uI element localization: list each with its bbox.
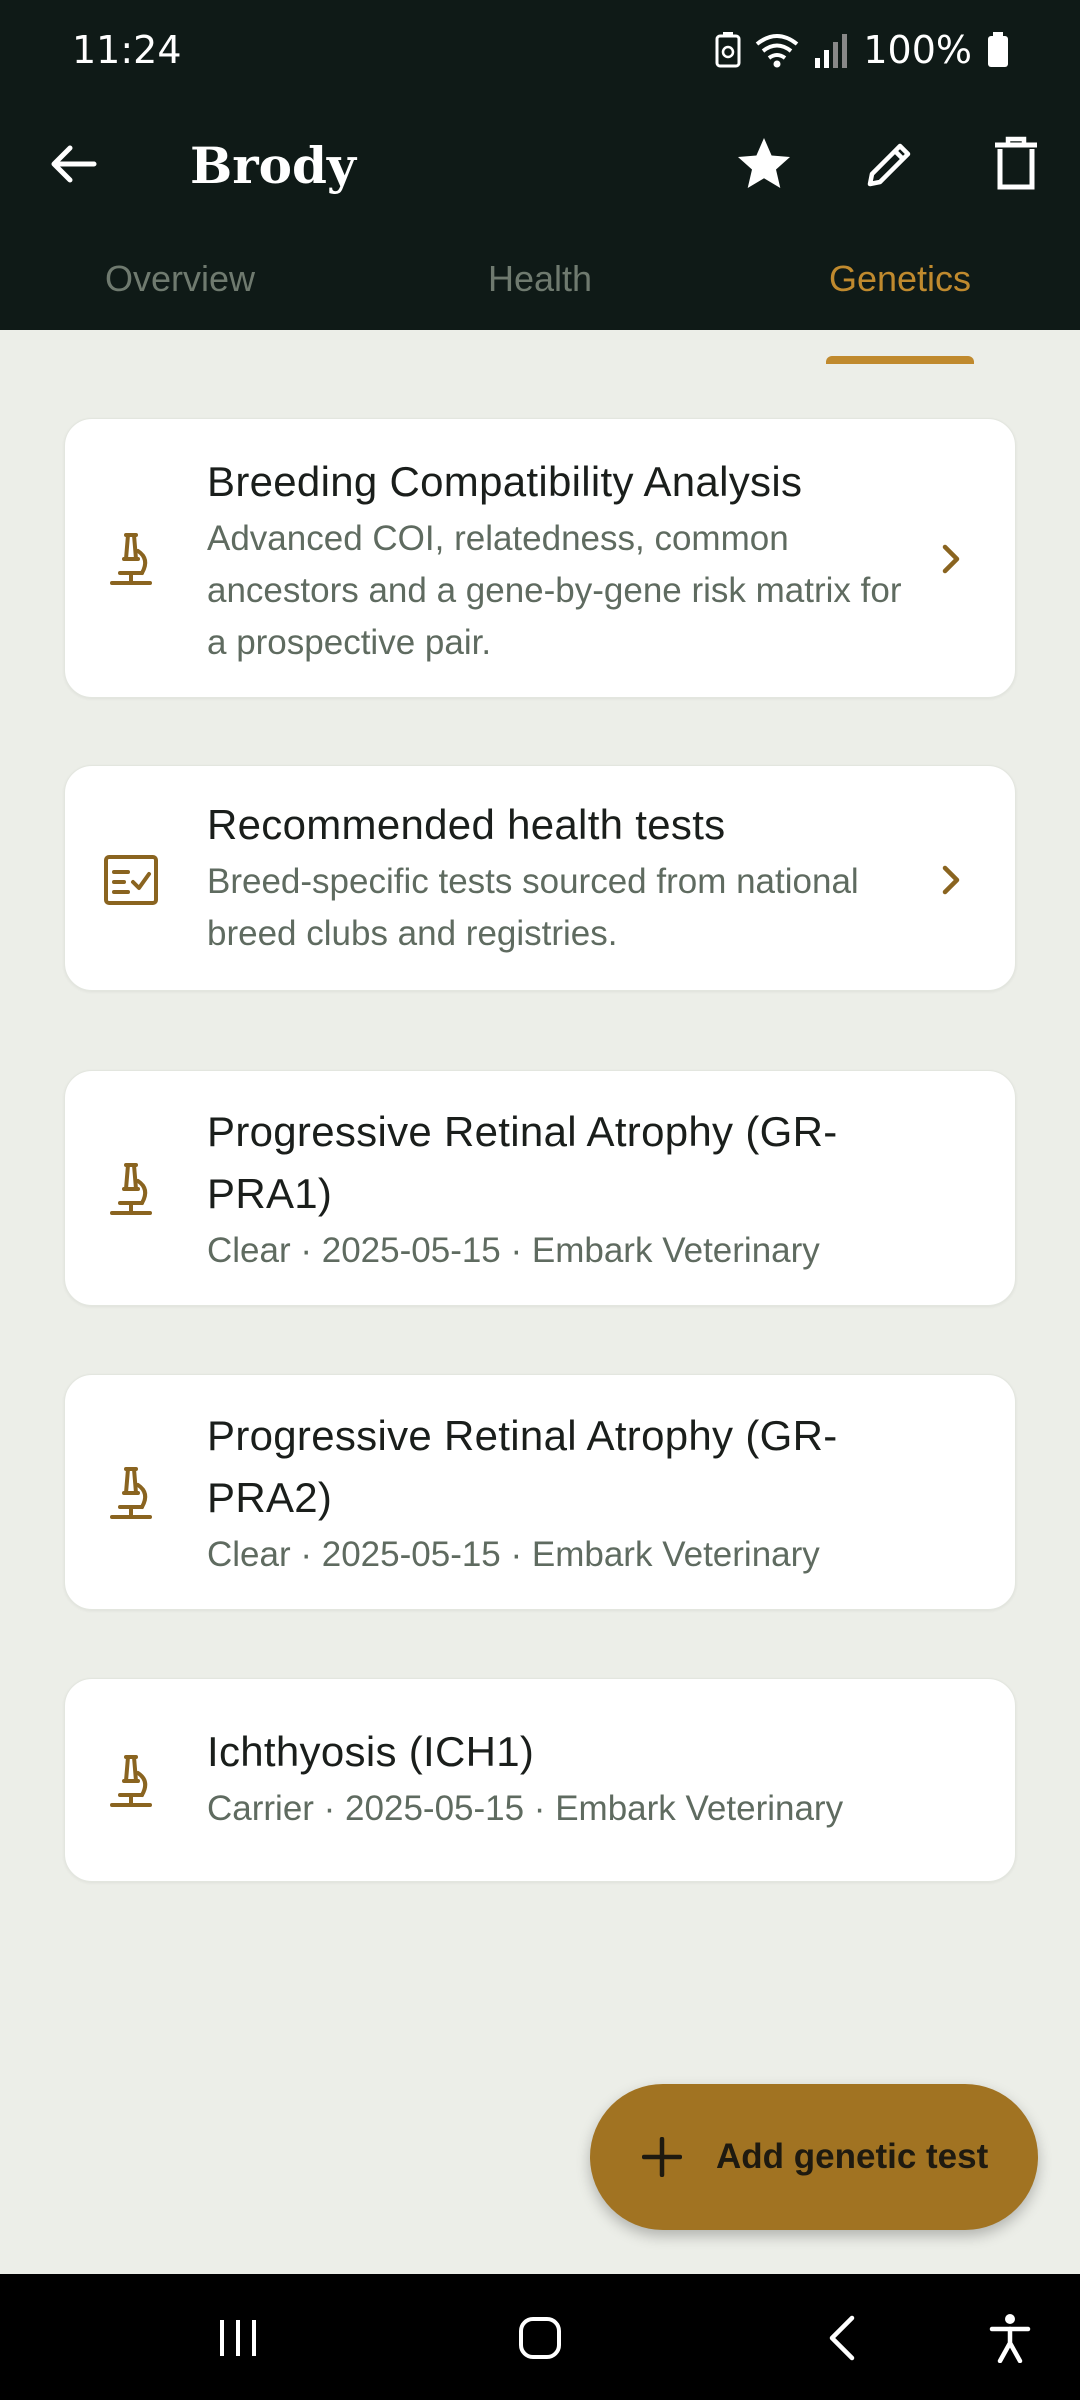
chevron-right-icon [942,865,960,895]
signal-icon [815,34,848,68]
card-subtitle: Clear · 2025-05-15 · Embark Veterinary [207,1535,820,1574]
add-genetic-test-label: Add genetic test [716,2137,989,2176]
card-text: Recommended health tests Breed-specific … [207,794,925,960]
plus-icon [642,2137,682,2177]
microscope-icon [99,1461,163,1525]
card-subtitle: Breed-specific tests sourced from nation… [207,862,859,953]
tab-genetics-label: Genetics [828,258,972,299]
home-icon [519,2317,561,2359]
card-title: Progressive Retinal Atrophy (GR-PRA1) [207,1108,838,1217]
checklist-icon [99,848,163,912]
card-title: Ichthyosis (ICH1) [207,1728,535,1775]
system-nav-bar [0,2274,1080,2400]
active-tab-indicator [826,356,974,364]
breeding-compatibility-card[interactable]: Breeding Compatibility Analysis Advanced… [64,418,1016,698]
card-subtitle: Carrier · 2025-05-15 · Embark Veterinary [207,1789,844,1828]
card-text: Breeding Compatibility Analysis Advanced… [207,451,925,669]
status-icons: 100% [715,28,1010,72]
card-title: Breeding Compatibility Analysis [207,458,803,505]
card-text: Progressive Retinal Atrophy (GR-PRA1) Cl… [207,1101,925,1277]
status-bar: 11:24 100% [0,0,1080,110]
card-text: Progressive Retinal Atrophy (GR-PRA2) Cl… [207,1405,925,1581]
chevron-right-icon [942,544,960,574]
status-time: 11:24 [72,28,182,72]
card-subtitle: Clear · 2025-05-15 · Embark Veterinary [207,1231,820,1270]
battery-saver-icon [715,32,741,68]
wifi-icon [756,34,799,68]
tab-health-label: Health [487,258,593,299]
microscope-icon [99,1749,163,1813]
card-title: Recommended health tests [207,801,726,848]
microscope-icon [99,1157,163,1221]
back-nav-button[interactable] [812,2308,872,2368]
battery-icon [988,32,1008,67]
genetic-test-card[interactable]: Ichthyosis (ICH1) Carrier · 2025-05-15 ·… [64,1678,1016,1882]
card-title: Progressive Retinal Atrophy (GR-PRA2) [207,1412,838,1521]
tab-bar: Overview Health Genetics [0,110,1080,330]
card-text: Ichthyosis (ICH1) Carrier · 2025-05-15 ·… [207,1721,985,1835]
battery-percent: 100% [863,28,972,72]
accessibility-button[interactable] [980,2308,1040,2368]
tab-overview[interactable]: Overview [0,110,360,330]
back-nav-icon [829,2315,855,2361]
genetic-test-card[interactable]: Progressive Retinal Atrophy (GR-PRA1) Cl… [64,1070,1016,1306]
genetic-test-card[interactable]: Progressive Retinal Atrophy (GR-PRA2) Cl… [64,1374,1016,1610]
recommended-health-tests-card[interactable]: Recommended health tests Breed-specific … [64,765,1016,991]
recent-apps-button[interactable] [208,2308,268,2368]
add-genetic-test-button[interactable]: Add genetic test [590,2084,1038,2230]
accessibility-icon [989,2314,1031,2363]
microscope-icon [99,527,163,591]
app-bar: Brody Overview Health Genetics [0,110,1080,330]
recent-apps-icon [220,2320,256,2356]
card-subtitle: Advanced COI, relatedness, common ancest… [207,519,902,662]
tab-health[interactable]: Health [360,110,720,330]
tab-overview-label: Overview [104,258,256,299]
tab-genetics[interactable]: Genetics [720,110,1080,330]
home-button[interactable] [510,2308,570,2368]
